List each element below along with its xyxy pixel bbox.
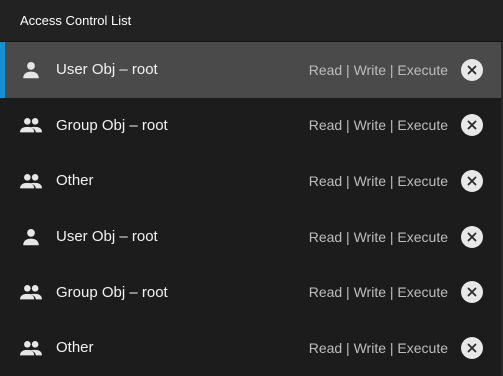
acl-entry-permissions: Read | Write | Execute	[308, 284, 448, 301]
group-icon	[18, 280, 44, 304]
remove-entry-button[interactable]	[461, 114, 483, 137]
acl-entry-user[interactable]: User Obj – root Read | Write | Execute	[0, 209, 501, 265]
acl-list: User Obj – root Read | Write | Execute G…	[0, 42, 501, 376]
group-icon	[18, 336, 44, 360]
panel-title: Access Control List	[20, 13, 132, 28]
acl-entry-other[interactable]: Other Read | Write | Execute	[0, 153, 501, 209]
acl-entry-label: User Obj – root	[56, 61, 158, 79]
acl-entry-label: Other	[56, 172, 94, 190]
group-icon	[18, 169, 44, 193]
acl-entry-group[interactable]: Group Obj – root Read | Write | Execute	[0, 264, 501, 320]
close-icon	[467, 343, 477, 353]
close-icon	[467, 287, 477, 297]
acl-entry-group[interactable]: Group Obj – root Read | Write | Execute	[0, 98, 501, 154]
remove-entry-button[interactable]	[461, 58, 483, 81]
acl-entry-label: Group Obj – root	[56, 116, 168, 134]
group-icon	[18, 113, 44, 137]
close-icon	[467, 120, 477, 130]
remove-entry-button[interactable]	[461, 225, 483, 248]
acl-entry-permissions: Read | Write | Execute	[308, 61, 448, 78]
close-icon	[467, 176, 477, 186]
close-icon	[467, 232, 477, 241]
person-icon	[18, 225, 44, 249]
acl-panel: Access Control List User Obj – root Read…	[0, 0, 503, 376]
panel-header: Access Control List	[0, 0, 503, 42]
acl-entry-label: User Obj – root	[56, 228, 158, 246]
acl-entry-permissions: Read | Write | Execute	[308, 117, 448, 134]
remove-entry-button[interactable]	[461, 169, 483, 192]
acl-entry-label: Group Obj – root	[56, 283, 168, 301]
remove-entry-button[interactable]	[461, 336, 483, 359]
acl-entry-permissions: Read | Write | Execute	[308, 228, 448, 245]
acl-entry-permissions: Read | Write | Execute	[308, 339, 448, 356]
close-icon	[467, 65, 477, 75]
person-icon	[18, 58, 44, 82]
acl-entry-permissions: Read | Write | Execute	[308, 172, 448, 189]
acl-entry-user[interactable]: User Obj – root Read | Write | Execute	[0, 42, 501, 98]
acl-entry-other[interactable]: Other Read | Write | Execute	[0, 320, 501, 376]
remove-entry-button[interactable]	[461, 281, 483, 304]
acl-entry-label: Other	[56, 339, 94, 357]
